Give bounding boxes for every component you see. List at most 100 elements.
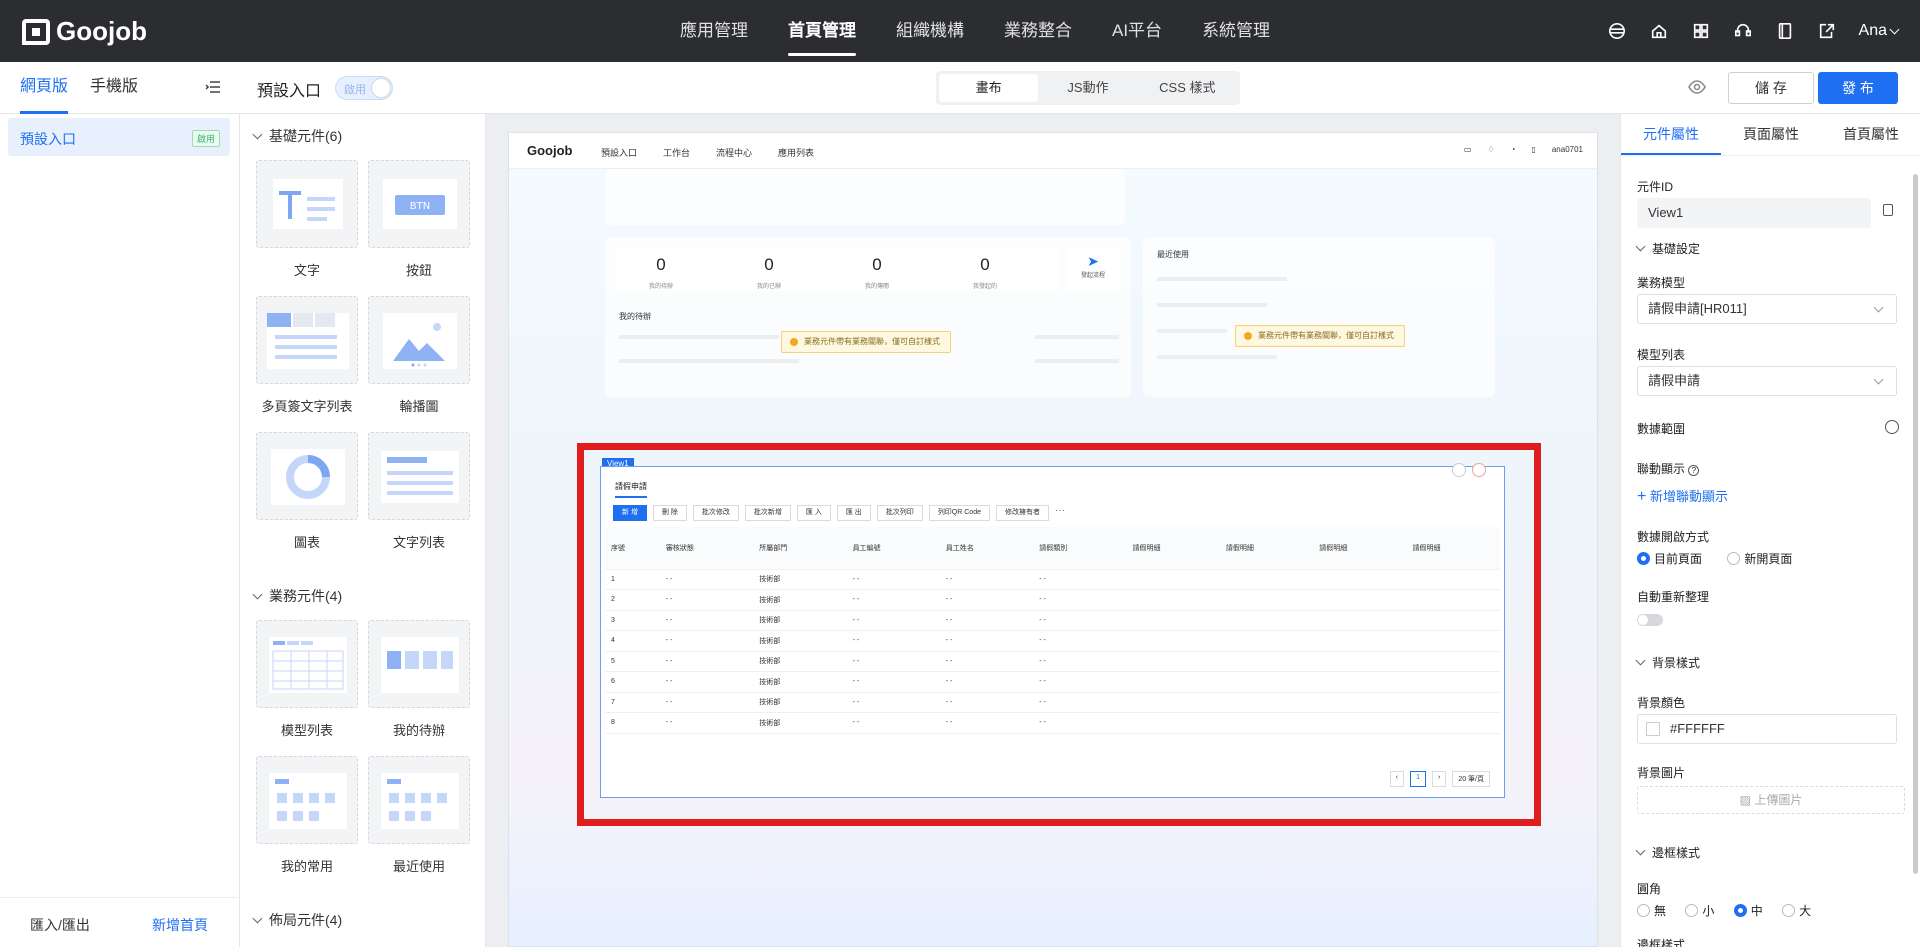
table-row[interactable]: 4- - 技術部 - -- -- -: [605, 630, 1500, 652]
collapse-menu-icon[interactable]: [205, 79, 221, 98]
section-basic-settings[interactable]: 基礎設定: [1635, 240, 1700, 257]
section-border-style[interactable]: 邊框樣式: [1635, 844, 1700, 861]
radio-current-page[interactable]: 目前頁面: [1637, 552, 1702, 566]
tab-page-properties[interactable]: 頁面屬性: [1721, 114, 1821, 155]
home-icon[interactable]: [1649, 21, 1669, 41]
help-icon[interactable]: ?: [1688, 465, 1700, 476]
column-header[interactable]: 請假明細: [1126, 527, 1220, 570]
segment-js-actions[interactable]: JS動作: [1038, 74, 1137, 102]
table-row[interactable]: 7- - 技術部 - -- -- -: [605, 692, 1500, 713]
component-button[interactable]: BTN 按鈕: [368, 160, 470, 279]
tab-homepage-properties[interactable]: 首頁屬性: [1821, 114, 1920, 155]
select-value: 請假申請: [1648, 373, 1701, 388]
tab-component-properties[interactable]: 元件屬性: [1621, 114, 1721, 155]
export-button[interactable]: 匯 出: [836, 505, 871, 521]
component-text[interactable]: 文字: [256, 160, 358, 279]
tab-mobile[interactable]: 手機版: [90, 62, 138, 114]
nav-business-integration[interactable]: 業務整合: [984, 0, 1092, 62]
business-model-select[interactable]: 請假申請[HR011]: [1637, 294, 1897, 324]
column-header[interactable]: 序號: [605, 527, 660, 570]
support-icon[interactable]: [1733, 21, 1753, 41]
component-my-frequent[interactable]: 我的常用: [256, 756, 358, 875]
radio-radius-none[interactable]: 無: [1637, 904, 1666, 918]
section-basic-components[interactable]: 基礎元件(6): [252, 126, 342, 146]
column-header[interactable]: 請假類別: [1033, 527, 1127, 570]
gear-icon[interactable]: [1885, 420, 1899, 434]
book-icon[interactable]: [1775, 21, 1795, 41]
export-icon[interactable]: [1817, 21, 1837, 41]
component-chart[interactable]: 圖表: [256, 432, 358, 551]
column-header[interactable]: 員工編號: [846, 527, 940, 570]
change-owner-button[interactable]: 修改擁有者: [996, 505, 1049, 521]
grid-icon[interactable]: [1691, 21, 1711, 41]
radio-radius-small[interactable]: 小: [1685, 904, 1714, 918]
radio-new-page[interactable]: 新開頁面: [1727, 552, 1792, 566]
component-id-field[interactable]: View1: [1637, 198, 1871, 228]
batch-edit-button[interactable]: 批次修改: [692, 505, 739, 521]
column-header[interactable]: 員工姓名: [939, 527, 1034, 570]
nav-app-management[interactable]: 應用管理: [660, 0, 768, 62]
background-color-field[interactable]: #FFFFFF: [1637, 714, 1897, 744]
column-header[interactable]: 請假明細: [1219, 527, 1314, 570]
sidebar-item-default-entry[interactable]: 預設入口 啟用: [8, 118, 230, 156]
tab-web[interactable]: 網頁版: [20, 62, 69, 114]
table-row[interactable]: 8- - 技術部 - -- -- -: [605, 712, 1500, 734]
goojob-logo[interactable]: Goojob: [22, 16, 147, 47]
nav-system-management[interactable]: 系統管理: [1182, 0, 1290, 62]
column-header[interactable]: 所屬部門: [753, 527, 847, 570]
component-recent[interactable]: 最近使用: [368, 756, 470, 875]
column-header[interactable]: 審核狀態: [659, 527, 754, 570]
column-header[interactable]: 請假明細: [1406, 527, 1500, 570]
publish-button[interactable]: 發 布: [1818, 72, 1898, 104]
save-button[interactable]: 儲 存: [1728, 72, 1814, 104]
component-multi-tab-text-list[interactable]: 多頁簽文字列表: [256, 296, 358, 415]
section-business-components[interactable]: 業務元件(4): [252, 586, 342, 606]
print-qr-button[interactable]: 列印QR Code: [928, 505, 990, 521]
page-size-select[interactable]: 20 筆/頁: [1452, 771, 1490, 787]
component-model-list[interactable]: 模型列表: [256, 620, 358, 739]
radio-radius-large[interactable]: 大: [1782, 904, 1811, 918]
nav-ai-platform[interactable]: AI平台: [1092, 0, 1182, 62]
import-button[interactable]: 匯 入: [796, 505, 831, 521]
model-list-select[interactable]: 請假申請: [1637, 366, 1897, 396]
section-layout-components[interactable]: 佈局元件(4): [252, 910, 342, 930]
table-row[interactable]: 5- - 技術部 - -- -- -: [605, 651, 1500, 672]
component-text-list[interactable]: 文字列表: [368, 432, 470, 551]
column-header[interactable]: 請假明細: [1313, 527, 1407, 570]
nav-homepage-management[interactable]: 首頁管理: [768, 0, 876, 62]
segment-canvas[interactable]: 畫布: [939, 74, 1039, 102]
user-menu[interactable]: Ana: [1859, 22, 1900, 40]
add-homepage-link[interactable]: 新增首頁: [152, 915, 208, 935]
batch-print-button[interactable]: 批次列印: [876, 505, 923, 521]
copy-icon[interactable]: [1883, 204, 1893, 216]
delete-button[interactable]: 刪 除: [652, 505, 687, 521]
next-page-icon[interactable]: ›: [1431, 771, 1447, 787]
enable-toggle[interactable]: 啟用: [335, 76, 393, 100]
component-my-todo[interactable]: 我的待辦: [368, 620, 470, 739]
radio-radius-medium[interactable]: 中: [1733, 904, 1763, 918]
delete-icon[interactable]: [1472, 463, 1486, 477]
preview-eye-icon[interactable]: [1688, 80, 1706, 97]
more-icon[interactable]: ···: [1055, 505, 1065, 521]
component-carousel[interactable]: 輪播圖: [368, 296, 470, 415]
table-row[interactable]: 1- - 技術部 - -- -- -: [605, 569, 1500, 590]
batch-add-button[interactable]: 批次新增: [744, 505, 791, 521]
properties-scrollbar[interactable]: [1913, 174, 1918, 874]
page-number[interactable]: 1: [1410, 771, 1426, 787]
open-mode-label: 數據開啟方式: [1637, 530, 1710, 544]
table-row[interactable]: 2- - 技術部 - -- -- -: [605, 589, 1500, 611]
import-export-link[interactable]: 匯入/匯出: [30, 915, 90, 935]
add-button[interactable]: 新 增: [613, 505, 647, 521]
view1-model-list-component[interactable]: 請假申請 新 增 刪 除 批次修改 批次新增 匯 入 匯 出 批次列印 列印QR…: [600, 463, 1505, 798]
auto-refresh-toggle[interactable]: [1637, 614, 1663, 626]
nav-organization[interactable]: 組織機構: [876, 0, 984, 62]
section-background-style[interactable]: 背景樣式: [1635, 654, 1700, 671]
table-row[interactable]: 3- - 技術部 - -- -- -: [605, 610, 1500, 631]
add-linked-display-button[interactable]: + 新增聯動顯示: [1637, 486, 1728, 506]
table-row[interactable]: 6- - 技術部 - -- -- -: [605, 671, 1500, 693]
globe-icon[interactable]: [1607, 21, 1627, 41]
upload-image-button[interactable]: ▨ 上傳圖片: [1637, 786, 1905, 814]
prev-page-icon[interactable]: ‹: [1389, 771, 1405, 787]
segment-css-style[interactable]: CSS 樣式: [1138, 74, 1237, 102]
copy-icon[interactable]: [1452, 463, 1466, 477]
